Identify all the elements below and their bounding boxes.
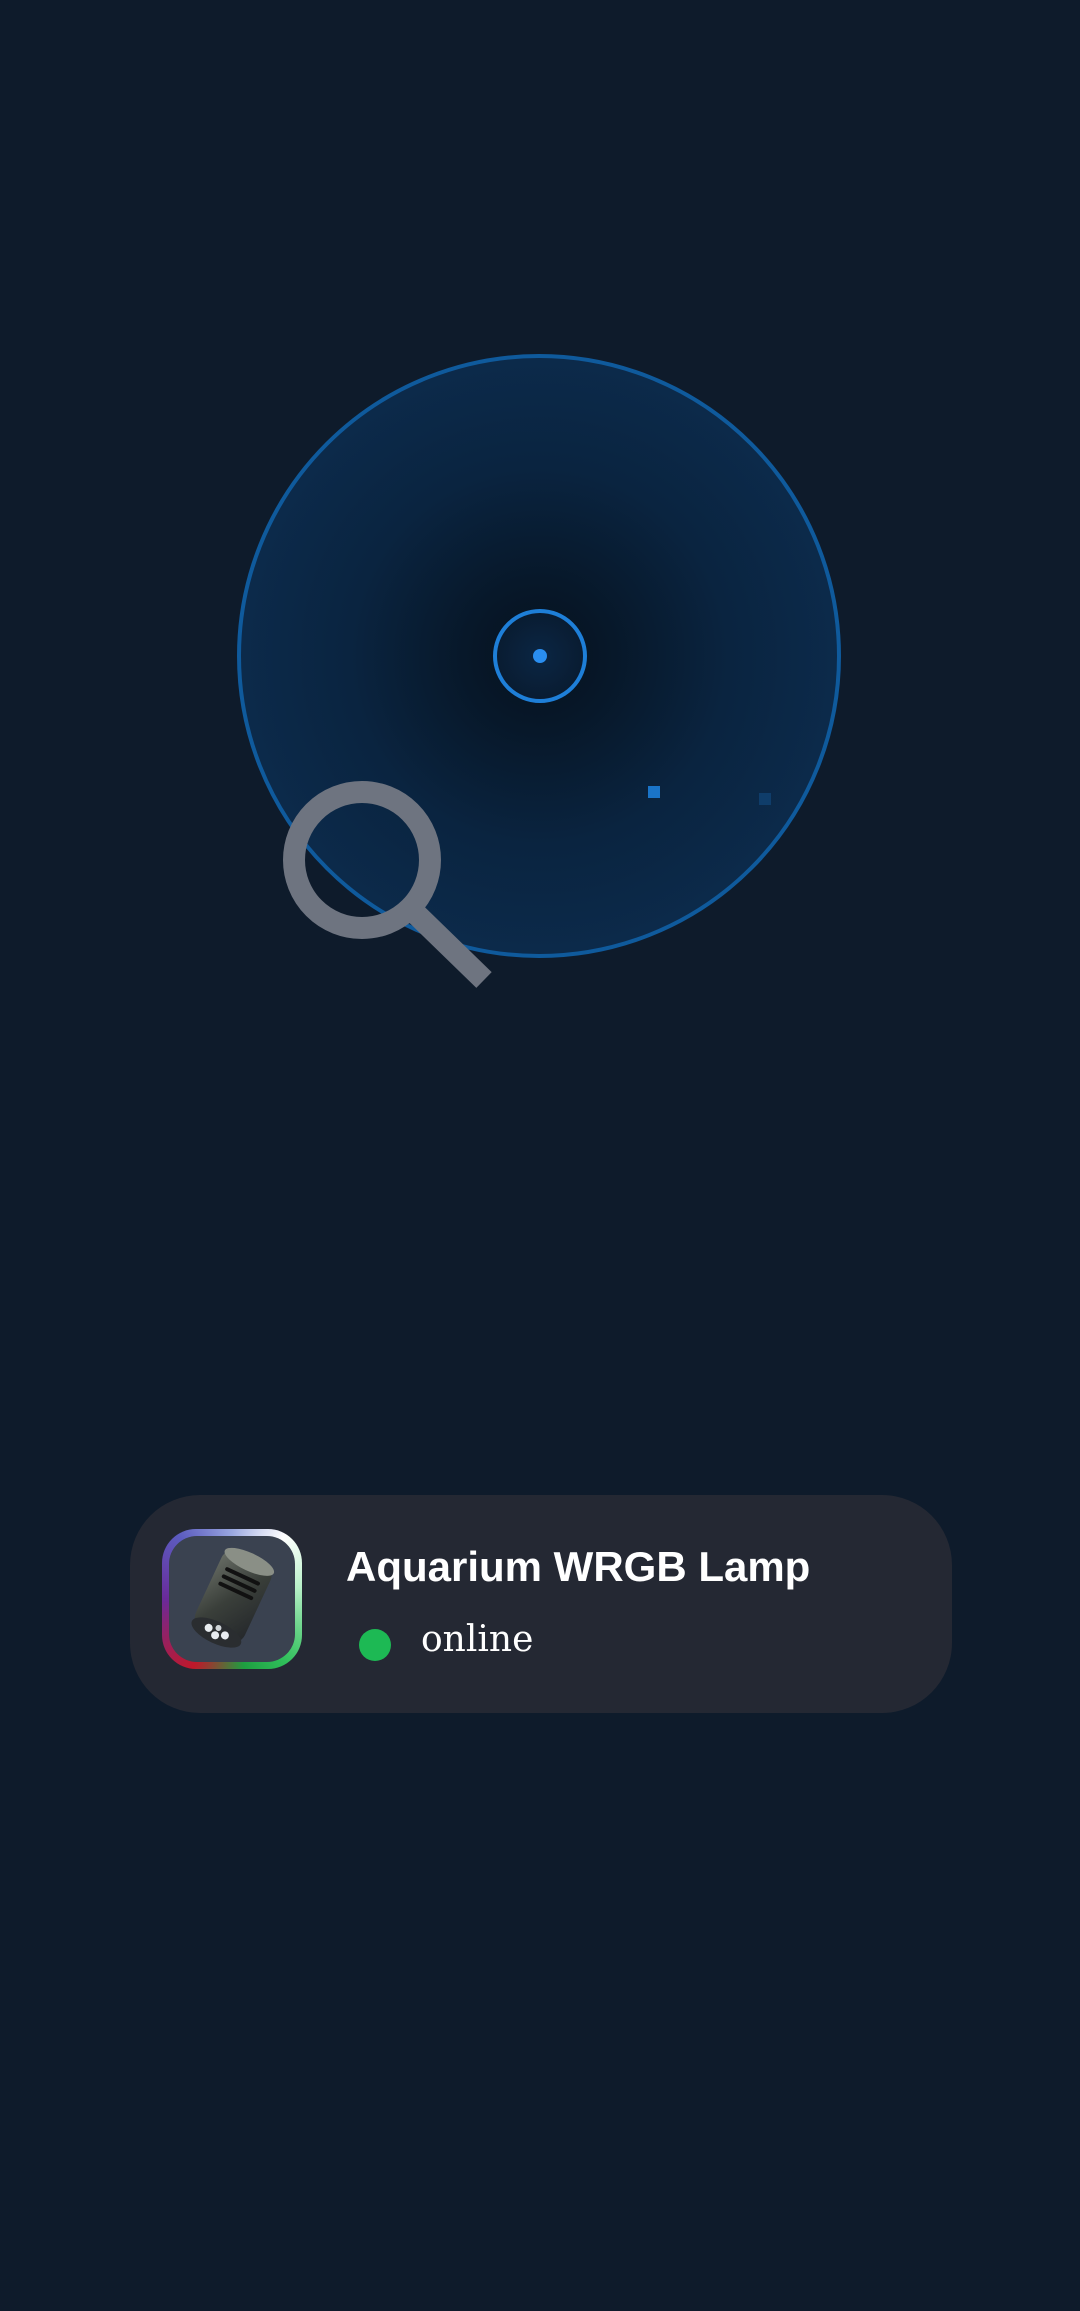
search-icon [283,781,492,988]
lamp-image [191,1547,275,1648]
radar-center-dot [533,649,547,663]
device-card[interactable]: Aquarium WRGB Lamp online [130,1495,952,1713]
aquarium-lamp-icon [162,1529,302,1669]
radar-blip [648,786,660,798]
status-online-indicator [359,1629,391,1661]
device-status: online [421,1619,534,1660]
radar-blip [759,793,771,805]
device-scan-screen: Aquarium WRGB Lamp online [0,0,1080,2311]
device-name: Aquarium WRGB Lamp [346,1543,811,1590]
